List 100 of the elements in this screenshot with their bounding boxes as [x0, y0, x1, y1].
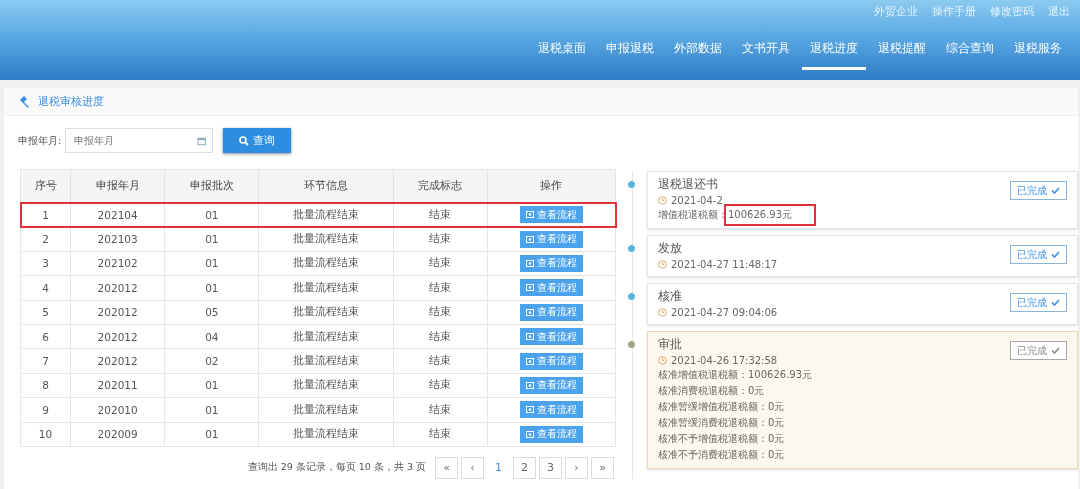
view-flow-button[interactable]: 查看流程 [519, 303, 583, 321]
step-time: 2021-04-27 09:04:06 [671, 307, 778, 318]
nav-tab[interactable]: 综合查询 [938, 40, 1002, 70]
table-cell: 批量流程结束 [258, 324, 394, 349]
clock-icon [658, 308, 667, 317]
table-cell: 3 [20, 251, 71, 276]
check-icon [1051, 299, 1060, 306]
image-icon [525, 211, 534, 219]
detail-label: 核准消费税退税额： [658, 384, 748, 398]
nav-tab[interactable]: 退税进度 [802, 40, 866, 70]
image-icon [525, 430, 534, 438]
image-icon [525, 308, 534, 316]
view-flow-button[interactable]: 查看流程 [519, 352, 583, 370]
step-time: 2021-04-2 [671, 195, 723, 206]
image-icon [525, 235, 534, 243]
page-button[interactable]: › [565, 456, 588, 479]
detail-label: 核准暂缓消费税退税额： [658, 416, 768, 430]
calendar-icon[interactable] [197, 135, 207, 146]
header-link[interactable]: 修改密码 [990, 4, 1034, 34]
table-cell: 批量流程结束 [258, 397, 394, 422]
column-header: 操作 [487, 169, 616, 203]
nav-tab[interactable]: 退税桌面 [530, 40, 594, 70]
status-button[interactable]: 已完成 [1010, 245, 1067, 264]
step-time: 2021-04-26 17:32:58 [671, 355, 778, 366]
table-cell: 批量流程结束 [258, 422, 394, 447]
table-cell: 7 [20, 348, 71, 374]
table-cell: 202103 [70, 226, 165, 252]
nav-tab[interactable]: 退税服务 [1006, 40, 1070, 70]
table-cell: 批量流程结束 [258, 226, 394, 252]
status-button[interactable]: 已完成 [1010, 293, 1067, 312]
search-button[interactable]: 查询 [223, 128, 292, 153]
page-button[interactable]: « [435, 456, 458, 479]
view-flow-button[interactable]: 查看流程 [519, 376, 583, 394]
detail-value: 0元 [768, 448, 785, 462]
column-header: 完成标志 [393, 169, 488, 203]
image-icon [525, 357, 534, 365]
view-flow-button[interactable]: 查看流程 [519, 425, 583, 443]
column-header: 申报批次 [164, 169, 259, 203]
clock-icon [658, 196, 667, 205]
page-button[interactable]: ‹ [461, 456, 484, 479]
view-flow-button[interactable]: 查看流程 [519, 230, 583, 248]
step-time: 2021-04-27 11:48:17 [671, 259, 778, 270]
clock-icon [658, 356, 667, 365]
status-button[interactable]: 已完成 [1010, 341, 1067, 360]
page-button[interactable]: 3 [539, 456, 562, 479]
view-flow-button[interactable]: 查看流程 [519, 279, 583, 297]
image-icon [525, 259, 534, 267]
table-cell: 05 [164, 300, 259, 325]
image-icon [525, 333, 534, 341]
header-link[interactable]: 外贸企业 [874, 4, 918, 34]
table-cell: 202102 [70, 251, 165, 276]
field-label: 申报年月: [18, 133, 62, 148]
view-flow-button[interactable]: 查看流程 [519, 401, 583, 419]
detail-label: 增值税退税额： [658, 208, 728, 222]
detail-value: 0元 [748, 384, 765, 398]
table-cell: 202009 [70, 422, 165, 447]
image-icon [525, 381, 534, 389]
table-cell: 8 [20, 373, 71, 398]
detail-value: 0元 [768, 400, 785, 414]
table-cell: 02 [164, 348, 259, 374]
nav-tab[interactable]: 退税提醒 [870, 40, 934, 70]
detail-value: 0元 [768, 432, 785, 446]
table-cell: 批量流程结束 [258, 373, 394, 398]
table-cell: 01 [164, 275, 259, 301]
detail-value: 100626.93元 [748, 368, 813, 382]
column-header: 环节信息 [258, 169, 394, 203]
image-icon [525, 406, 534, 414]
page-button[interactable]: » [591, 456, 614, 479]
column-header: 申报年月 [70, 169, 165, 203]
check-icon [1051, 251, 1060, 258]
view-flow-button[interactable]: 查看流程 [519, 328, 583, 346]
nav-tab[interactable]: 文书开具 [734, 40, 798, 70]
table-cell: 9 [20, 397, 71, 422]
table-cell: 202012 [70, 324, 165, 349]
detail-label: 核准暂缓增值税退税额： [658, 400, 768, 414]
step-title: 审批 [658, 337, 683, 352]
table-cell: 结束 [393, 275, 488, 301]
column-header: 序号 [20, 169, 71, 203]
page-button[interactable]: 2 [513, 456, 536, 479]
month-input-field[interactable]: 申报年月 [65, 128, 214, 153]
header-link[interactable]: 操作手册 [932, 4, 976, 34]
step-title: 核准 [658, 289, 683, 304]
view-flow-button[interactable]: 查看流程 [519, 254, 583, 272]
step-title: 发放 [658, 241, 683, 256]
pagination-summary: 查询出 29 条记录，每页 10 条，共 3 页 [247, 461, 426, 475]
detail-value: 0元 [768, 416, 785, 430]
detail-label: 核准不予消费税退税额： [658, 448, 768, 462]
table-cell: 结束 [393, 397, 488, 422]
check-icon [1051, 187, 1060, 194]
table-cell: 结束 [393, 226, 488, 252]
table-cell: 批量流程结束 [258, 348, 394, 374]
table-cell: 01 [164, 251, 259, 276]
table-cell: 4 [20, 275, 71, 301]
nav-tab[interactable]: 申报退税 [598, 40, 662, 70]
header-link[interactable]: 退出 [1048, 4, 1070, 34]
table-cell: 结束 [393, 373, 488, 398]
view-flow-button[interactable]: 查看流程 [519, 206, 583, 224]
nav-tab[interactable]: 外部数据 [666, 40, 730, 70]
clock-icon [658, 260, 667, 269]
status-button[interactable]: 已完成 [1010, 181, 1067, 200]
